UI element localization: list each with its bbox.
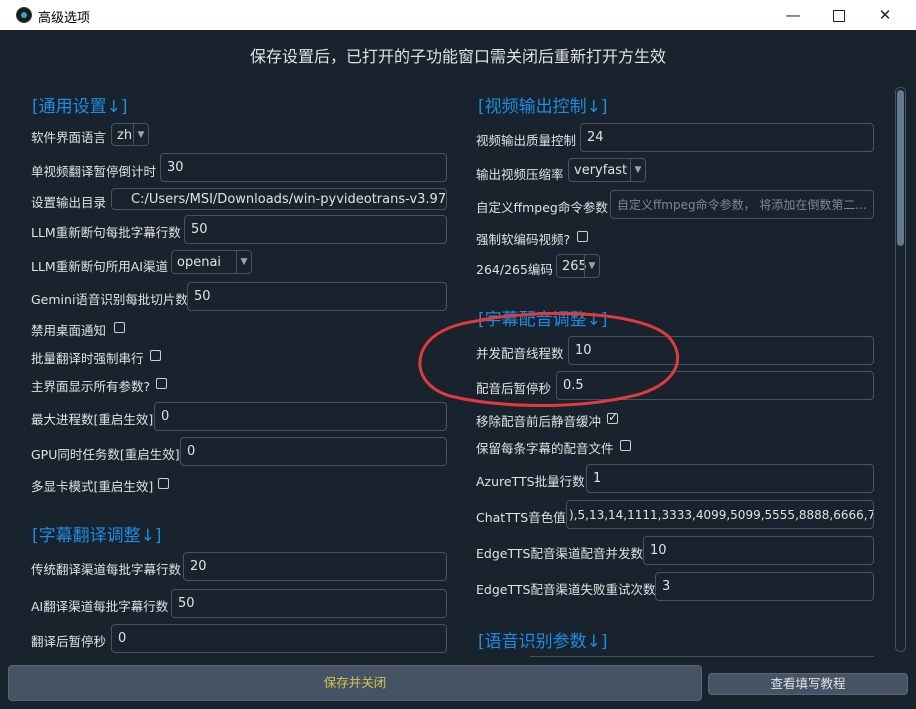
- edge-retry-input[interactable]: 3: [655, 572, 874, 601]
- gemini-batch-label: Gemini语音识别每批切片数: [31, 292, 188, 307]
- chevron-down-icon: ▼: [630, 159, 645, 181]
- app-icon: [16, 7, 32, 23]
- edge-concurrency-label: EdgeTTS配音渠道配音并发数: [476, 546, 643, 561]
- trad-batch-label: 传统翻译渠道每批字幕行数: [31, 562, 182, 577]
- gpu-tasks-input[interactable]: 0: [180, 437, 447, 466]
- output-dir-label: 设置输出目录: [31, 195, 107, 210]
- title-bar: 高级选项 — ✕: [0, 0, 916, 30]
- save-and-close-button[interactable]: 保存并关闭: [8, 665, 702, 701]
- gemini-batch-input[interactable]: 50: [187, 282, 447, 311]
- close-button[interactable]: ✕: [862, 0, 908, 30]
- llm-batch-input[interactable]: 50: [184, 215, 447, 244]
- disable-notify-checkbox[interactable]: [114, 322, 125, 333]
- chevron-down-icon: ▼: [236, 251, 251, 273]
- ui-lang-select[interactable]: zh ▼: [111, 123, 149, 146]
- clipped-input-edge: [530, 656, 874, 657]
- notice-text: 保存设置后，已打开的子功能窗口需关闭后重新打开方生效: [249, 47, 666, 66]
- force-soft-label: 强制软编码视频?: [476, 232, 571, 247]
- max-process-input[interactable]: 0: [154, 402, 447, 431]
- ui-lang-value: zh: [117, 128, 133, 143]
- codec-select[interactable]: 265 ▼: [556, 254, 600, 278]
- remove-silence-label: 移除配音前后静音缓冲: [476, 414, 602, 429]
- remove-silence-checkbox[interactable]: [607, 410, 618, 424]
- video-quality-input[interactable]: 24: [580, 123, 874, 152]
- compress-rate-label: 输出视频压缩率: [476, 167, 564, 182]
- chattts-voice-label: ChatTTS音色值: [476, 510, 566, 525]
- maximize-icon: [833, 9, 845, 22]
- disable-notify-label: 禁用桌面通知: [31, 323, 107, 338]
- multi-gpu-label: 多显卡模式[重启生效]: [31, 479, 154, 494]
- chevron-down-icon: ▼: [584, 255, 599, 277]
- gpu-tasks-label: GPU同时任务数[重启生效]: [31, 447, 180, 462]
- maximize-button[interactable]: [816, 0, 862, 30]
- chattts-voice-input[interactable]: ),5,13,14,1111,3333,4099,5099,5555,8888,…: [566, 500, 874, 529]
- compress-rate-select[interactable]: veryfast ▼: [568, 158, 646, 182]
- keep-files-checkbox[interactable]: [620, 440, 631, 451]
- video-quality-label: 视频输出质量控制: [476, 133, 577, 148]
- edge-concurrency-input[interactable]: 10: [643, 536, 874, 565]
- section-video-output[interactable]: [视频输出控制↓]: [478, 92, 608, 117]
- countdown-input[interactable]: 30: [160, 153, 447, 182]
- section-general[interactable]: [通用设置↓]: [32, 92, 128, 117]
- section-subtitle-translate[interactable]: [字幕翻译调整↓]: [32, 521, 162, 546]
- output-dir-input[interactable]: C:/Users/MSI/Downloads/win-pyvideotrans-…: [111, 188, 447, 210]
- view-tutorial-button[interactable]: 查看填写教程: [708, 673, 908, 695]
- llm-batch-label: LLM重新断句每批字幕行数: [31, 225, 181, 240]
- batch-serial-checkbox[interactable]: [150, 350, 161, 361]
- trans-pause-input[interactable]: 0: [111, 624, 447, 653]
- chevron-down-icon: ▼: [133, 124, 148, 145]
- ffmpeg-cmd-input[interactable]: 自定义ffmpeg命令参数， 将添加在倒数第二...: [610, 190, 874, 219]
- window-title: 高级选项: [38, 11, 91, 26]
- ffmpeg-cmd-label: 自定义ffmpeg命令参数: [476, 200, 608, 215]
- batch-serial-label: 批量翻译时强制串行: [31, 351, 144, 366]
- llm-channel-select[interactable]: openai ▼: [171, 250, 252, 274]
- edge-retry-label: EdgeTTS配音渠道失败重试次数: [476, 582, 656, 597]
- section-asr[interactable]: [语音识别参数↓]: [478, 627, 608, 652]
- scrollbar-thumb[interactable]: [897, 90, 904, 246]
- codec-label: 264/265编码: [476, 262, 553, 277]
- multi-gpu-checkbox[interactable]: [158, 478, 169, 489]
- azure-batch-label: AzureTTS批量行数: [476, 474, 585, 489]
- minimize-button[interactable]: —: [770, 0, 816, 30]
- max-process-label: 最大进程数[重启生效]: [31, 412, 154, 427]
- keep-files-label: 保留每条字幕的配音文件: [476, 441, 614, 456]
- annotation-ellipse: [418, 311, 680, 407]
- ai-batch-label: AI翻译渠道每批字幕行数: [31, 599, 169, 614]
- countdown-label: 单视频翻译暂停倒计时: [31, 164, 157, 179]
- vertical-scrollbar[interactable]: [895, 87, 906, 652]
- trans-pause-label: 翻译后暂停秒: [31, 634, 107, 649]
- show-all-label: 主界面显示所有参数?: [31, 379, 151, 394]
- compress-rate-value: veryfast: [574, 163, 628, 178]
- ui-lang-label: 软件界面语言: [31, 130, 107, 145]
- show-all-checkbox[interactable]: [156, 378, 167, 389]
- force-soft-checkbox[interactable]: [577, 231, 588, 242]
- llm-channel-label: LLM重新断句所用AI渠道: [31, 259, 168, 274]
- ai-batch-input[interactable]: 50: [171, 589, 447, 618]
- llm-channel-value: openai: [177, 255, 222, 270]
- azure-batch-input[interactable]: 1: [586, 464, 874, 493]
- trad-batch-input[interactable]: 20: [183, 552, 447, 581]
